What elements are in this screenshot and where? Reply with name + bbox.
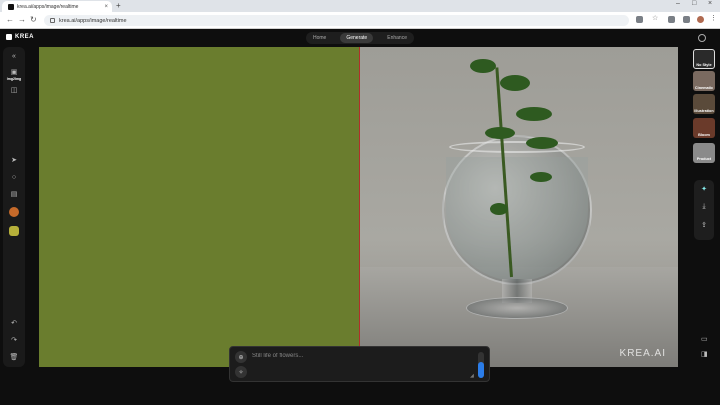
profile-avatar[interactable] xyxy=(697,16,704,23)
download-icon[interactable]: ⤓ xyxy=(699,203,709,213)
app-header: KREA Home Generate Enhance xyxy=(0,29,720,47)
select-tool-icon[interactable]: ➤ xyxy=(7,154,21,166)
tab-generate[interactable]: Generate xyxy=(340,33,374,43)
new-tab-icon[interactable]: + xyxy=(116,1,121,10)
back-icon[interactable]: ← xyxy=(6,15,14,24)
color-swatch-yellow[interactable] xyxy=(9,226,19,236)
style-label: Illustration xyxy=(694,109,714,113)
translate-icon[interactable] xyxy=(636,16,643,23)
img2img-label: Img2Img xyxy=(6,77,22,81)
redo-icon[interactable]: ↷ xyxy=(7,334,21,346)
mode-tabs: Home Generate Enhance xyxy=(306,32,414,44)
leaf xyxy=(526,137,558,149)
maximize-icon[interactable]: □ xyxy=(692,0,696,7)
bowl-rim xyxy=(449,141,585,153)
leaf xyxy=(500,75,530,91)
style-label: Product xyxy=(696,157,712,161)
reload-icon[interactable]: ↻ xyxy=(30,15,37,24)
site-info-icon[interactable] xyxy=(50,18,55,23)
tab-title: krea.ai/apps/image/realtime xyxy=(17,3,79,10)
close-tab-icon[interactable]: × xyxy=(104,4,108,10)
browser-tab-strip: krea.ai/apps/image/realtime × + – □ × xyxy=(0,0,720,12)
color-swatch-orange[interactable] xyxy=(9,207,19,217)
leaf xyxy=(485,127,515,139)
krea-watermark: KREA.AI xyxy=(619,348,666,359)
account-icon[interactable] xyxy=(698,34,706,42)
drawing-canvas[interactable] xyxy=(39,47,359,367)
logo-text: KREA xyxy=(15,34,35,40)
webcam-icon[interactable]: ◫ xyxy=(7,84,21,96)
strength-slider[interactable] xyxy=(478,352,484,378)
image-upload-icon[interactable]: ▤ xyxy=(7,188,21,200)
image-prompt-icon[interactable]: ⊕ xyxy=(235,351,247,363)
prompt-input[interactable] xyxy=(252,351,452,361)
generated-image: KREA.AI xyxy=(360,47,678,367)
tab-enhance[interactable]: Enhance xyxy=(387,35,407,41)
leaf xyxy=(470,59,496,73)
minimize-icon[interactable]: – xyxy=(676,0,680,7)
krea-logo-icon xyxy=(6,34,12,40)
split-view-icon[interactable]: ◨ xyxy=(701,350,709,358)
browser-toolbar: ← → ↻ krea.ai/apps/image/realtime ☆ ⋮ xyxy=(0,12,720,29)
menu-icon[interactable]: ⋮ xyxy=(710,14,717,22)
tab-home[interactable]: Home xyxy=(313,35,326,41)
circle-tool-icon[interactable]: ○ xyxy=(7,171,21,183)
address-text: krea.ai/apps/image/realtime xyxy=(59,17,127,24)
leaf xyxy=(490,203,508,215)
sidepanel-icon[interactable] xyxy=(683,16,690,23)
close-window-icon[interactable]: × xyxy=(708,0,712,7)
browser-tab[interactable]: krea.ai/apps/image/realtime × xyxy=(2,1,112,12)
style-label: Cinematic xyxy=(694,86,714,90)
left-toolbar: « ▣ Img2Img ◫ ➤ ○ ▤ ↶ ↷ 🗑 xyxy=(3,47,25,367)
ai-strength-icon[interactable]: ✧ xyxy=(235,366,247,378)
collapse-icon[interactable]: « xyxy=(7,50,21,62)
trash-icon[interactable]: 🗑 xyxy=(7,351,21,363)
krea-favicon xyxy=(8,3,14,10)
share-icon[interactable]: ⇪ xyxy=(699,221,709,231)
layers-icon[interactable]: ▭ xyxy=(701,335,709,343)
output-tools: ✦ ⤓ ⇪ xyxy=(694,180,714,240)
glass-foot xyxy=(466,297,568,319)
bookmark-icon[interactable]: ☆ xyxy=(652,14,659,22)
undo-icon[interactable]: ↶ xyxy=(7,317,21,329)
prompt-panel: ⊕ ✧ ◢ xyxy=(229,346,490,382)
forward-icon[interactable]: → xyxy=(18,15,26,24)
resize-handle-icon[interactable]: ◢ xyxy=(470,373,474,379)
address-bar[interactable]: krea.ai/apps/image/realtime xyxy=(44,15,629,26)
style-label: No Style xyxy=(696,63,712,67)
leaf xyxy=(516,107,552,121)
style-label: Bloom xyxy=(698,133,710,137)
right-sidebar: No Style Cinematic Illustration Bloom Pr… xyxy=(691,47,717,367)
krea-logo[interactable]: KREA xyxy=(6,34,34,40)
upscale-icon[interactable]: ✦ xyxy=(699,185,709,195)
extensions-icon[interactable] xyxy=(668,16,675,23)
leaf xyxy=(530,172,552,182)
strength-slider-fill xyxy=(478,362,484,378)
